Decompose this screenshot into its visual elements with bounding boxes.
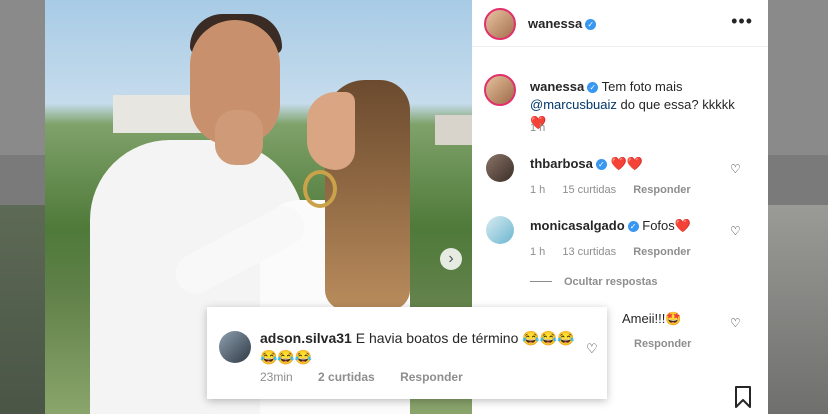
heart-outline-icon[interactable]: ♡ [730,316,741,330]
caption-mention-link[interactable]: @marcusbuaiz [530,97,617,112]
post-header: wanessa ✓ ••• [472,0,768,47]
comment-meta: 23min 2 curtidas Responder [260,370,485,384]
bookmark-icon[interactable] [734,386,752,408]
caption-time: 1 h [530,122,546,134]
reply-button[interactable]: Responder [633,246,690,258]
comment-username[interactable]: adson.silva31 [260,330,352,346]
comment-thbarbosa: thbarbosa ✓ ❤️❤️ [530,156,730,172]
comment-meta: 1 h 13 curtidas Responder [530,246,705,258]
comment-avatar-thbarbosa[interactable] [486,154,514,182]
post-caption: wanessa ✓ Tem foto mais @marcusbuaiz do q… [530,78,750,132]
caption-author-avatar[interactable] [484,74,516,106]
comment-likes[interactable]: 2 curtidas [318,370,375,384]
comment-username[interactable]: thbarbosa [530,156,593,171]
photo-hand [215,110,263,165]
reply-button[interactable]: Responder [634,338,691,350]
chevron-right-icon[interactable]: › [440,248,462,270]
highlighted-comment-card: adson.silva31 E havia boatos de término … [207,307,607,399]
heart-outline-icon[interactable]: ♡ [730,162,741,176]
photo-woman-face [307,92,355,170]
author-name-row: wanessa ✓ [528,15,597,33]
comment-likes[interactable]: 15 curtidas [562,184,616,196]
hide-replies-label: Ocultar respostas [564,276,658,288]
comment-text: ❤️❤️ [610,156,643,171]
heart-outline-icon[interactable]: ♡ [586,341,598,357]
background-thumbnail-right [766,205,828,414]
comment-monicasalgado: monicasalgado ✓ Fofos❤️ [530,218,730,234]
caption-text-before: Tem foto mais [601,79,683,94]
comment-meta: 1 h 15 curtidas Responder [530,184,705,196]
photo-earring [303,170,337,208]
verified-badge-icon: ✓ [627,221,639,232]
comment-time: 1 h [530,246,546,258]
highlighted-comment: adson.silva31 E havia boatos de término … [260,329,580,367]
caption-text-after: do que essa? kkkkk [620,97,735,112]
comment-username[interactable]: monicasalgado [530,218,625,233]
author-avatar[interactable] [484,8,516,40]
reply-button[interactable]: Responder [633,184,690,196]
photo-building-right [435,115,472,145]
verified-badge-icon: ✓ [595,159,607,170]
author-username[interactable]: wanessa [528,16,582,31]
verified-badge-icon: ✓ [587,82,599,93]
comment-time: 23min [260,370,293,384]
comment-text: Fofos❤️ [642,218,691,233]
background-thumbnail-left [0,205,45,414]
hide-replies-button[interactable]: Ocultar respostas [530,276,658,288]
more-options-icon[interactable]: ••• [731,11,753,32]
comment-avatar-adson[interactable] [219,331,251,363]
comment-time: 1 h [530,184,546,196]
replies-divider [530,281,552,282]
caption-username[interactable]: wanessa [530,79,584,94]
verified-badge-icon: ✓ [585,19,597,30]
heart-outline-icon[interactable]: ♡ [730,224,741,238]
comment-likes[interactable]: 13 curtidas [562,246,616,258]
reply-button[interactable]: Responder [400,370,463,384]
reply-comment-text: Ameii!!!🤩 [622,311,682,326]
comment-avatar-monicasalgado[interactable] [486,216,514,244]
